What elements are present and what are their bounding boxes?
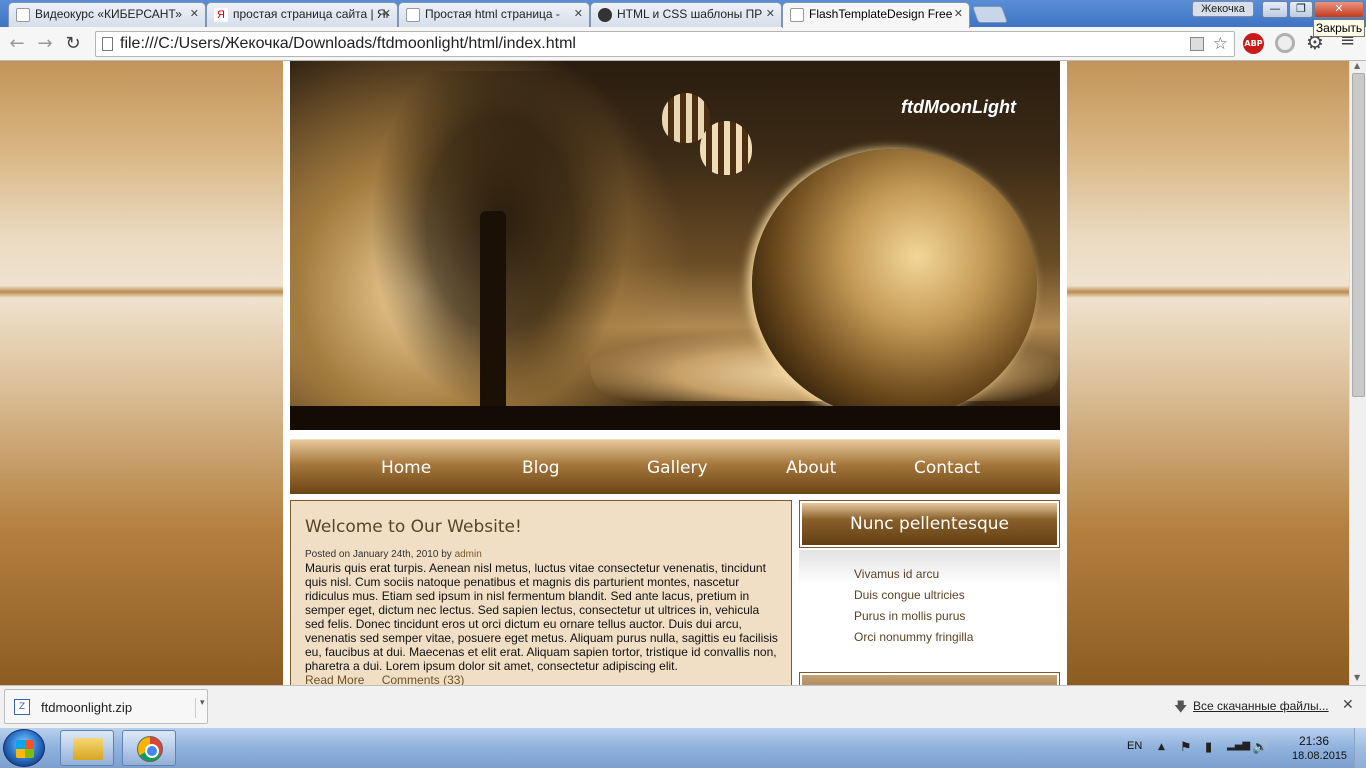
user-profile-badge[interactable]: Жекочка: [1192, 1, 1254, 17]
page-viewport: ftdMoonLight Home Blog Gallery About Con…: [0, 61, 1349, 685]
sidebar: Nunc pellentesque Vivamus id arcu Duis c…: [799, 500, 1060, 685]
post-body: Mauris quis erat turpis. Aenean nisl met…: [305, 561, 778, 673]
adblock-icon[interactable]: ABP: [1243, 33, 1264, 54]
taskbar-chrome-button[interactable]: [122, 730, 176, 766]
post-author-link[interactable]: admin: [455, 549, 482, 560]
comments-link[interactable]: Comments (33): [382, 673, 465, 685]
site-container: ftdMoonLight Home Blog Gallery About Con…: [283, 61, 1067, 685]
close-window-button[interactable]: ✕: [1314, 1, 1364, 18]
tab-title: простая страница сайта | Яндекс: [233, 7, 389, 21]
browser-toolbar: ← → ↻ file:///C:/Users/Жекочка/Downloads…: [0, 27, 1366, 61]
sidebar-header: Nunc pellentesque: [799, 500, 1060, 548]
site-title: ftdMoonLight: [901, 97, 1016, 117]
yandex-icon: Я: [214, 8, 228, 22]
download-file-name: ftdmoonlight.zip: [41, 700, 133, 715]
browser-tab[interactable]: Видеокурс «КИБЕРСАНТ» ✕: [8, 2, 206, 27]
translate-icon[interactable]: [1190, 37, 1204, 51]
sidebar-header-secondary: [799, 672, 1060, 685]
download-item[interactable]: Z ftdmoonlight.zip ▾: [4, 689, 208, 724]
tab-close-icon[interactable]: ✕: [766, 3, 775, 26]
show-desktop-button[interactable]: [1354, 728, 1366, 768]
action-center-flag-icon[interactable]: ⚑: [1180, 740, 1192, 755]
github-icon: [598, 8, 612, 22]
tab-title: Видеокурс «КИБЕРСАНТ»: [35, 7, 182, 21]
new-tab-button[interactable]: [971, 6, 1009, 23]
header-banner: ftdMoonLight: [290, 61, 1060, 430]
browser-tab[interactable]: Я простая страница сайта | Яндекс ✕: [206, 2, 398, 27]
forward-arrow-icon[interactable]: →: [34, 33, 56, 55]
post-links: Read More Comments (33): [305, 673, 478, 685]
sidebar-list: Vivamus id arcu Duis congue ultricies Pu…: [799, 550, 1060, 670]
post-date: Posted on January 24th, 2010 by: [305, 549, 455, 560]
document-icon: [16, 8, 30, 22]
windows-taskbar: EN ▲ ⚑ ▮ ▂▄▆ 🔊 21:36 18.08.2015: [0, 728, 1366, 768]
sidebar-link[interactable]: Purus in mollis purus: [854, 609, 965, 623]
page-icon: [102, 37, 113, 51]
tab-title: FlashTemplateDesign Free: [809, 7, 953, 21]
scrollbar-thumb[interactable]: [1352, 73, 1365, 397]
sidebar-link[interactable]: Duis congue ultricies: [854, 588, 965, 602]
nav-gallery[interactable]: Gallery: [647, 458, 708, 478]
tab-title: Простая html страница -: [425, 7, 560, 21]
zip-file-icon: Z: [14, 699, 30, 715]
tray-expand-icon[interactable]: ▲: [1158, 742, 1165, 752]
post-meta: Posted on January 24th, 2010 by admin: [305, 549, 482, 560]
download-shelf: Z ftdmoonlight.zip ▾ 🡇 Все скачанные фай…: [0, 685, 1366, 728]
chrome-icon: [137, 736, 163, 762]
hot-air-balloon-illustration: [700, 121, 752, 175]
tab-close-icon[interactable]: ✕: [954, 3, 963, 26]
moon-illustration: [752, 149, 1037, 419]
scroll-up-arrow-icon[interactable]: ▲: [1354, 61, 1360, 70]
post-panel: Welcome to Our Website! Posted on Januar…: [290, 500, 792, 685]
download-arrow-icon: 🡇: [1174, 700, 1188, 715]
horizon-illustration: [290, 406, 1060, 430]
close-download-shelf-icon[interactable]: ✕: [1342, 697, 1354, 713]
vertical-scrollbar[interactable]: ▲ ▼: [1349, 61, 1366, 685]
tab-title: HTML и CSS шаблоны ПР: [617, 7, 763, 21]
browser-tab[interactable]: Простая html страница - ✕: [398, 2, 590, 27]
browser-tab-strip: Видеокурс «КИБЕРСАНТ» ✕ Я простая страни…: [0, 0, 1366, 28]
start-button[interactable]: [3, 729, 45, 767]
browser-tab-active[interactable]: FlashTemplateDesign Free ✕: [782, 2, 970, 28]
language-indicator[interactable]: EN: [1127, 740, 1142, 752]
tab-close-icon[interactable]: ✕: [382, 3, 391, 26]
address-bar[interactable]: file:///C:/Users/Жекочка/Downloads/ftdmo…: [95, 31, 1235, 57]
nav-contact[interactable]: Contact: [914, 458, 980, 478]
post-title: Welcome to Our Website!: [305, 517, 522, 537]
read-more-link[interactable]: Read More: [305, 673, 364, 685]
browser-tab[interactable]: HTML и CSS шаблоны ПР ✕: [590, 2, 782, 27]
tab-close-icon[interactable]: ✕: [190, 3, 199, 26]
sidebar-link[interactable]: Vivamus id arcu: [854, 567, 939, 581]
bookmark-star-icon[interactable]: ☆: [1213, 32, 1228, 56]
main-navigation: Home Blog Gallery About Contact: [290, 439, 1060, 494]
scroll-down-arrow-icon[interactable]: ▼: [1354, 673, 1360, 682]
folder-icon: [73, 738, 103, 760]
back-arrow-icon[interactable]: ←: [6, 33, 28, 55]
taskbar-explorer-button[interactable]: [60, 730, 114, 766]
tab-close-icon[interactable]: ✕: [574, 3, 583, 26]
clock-time[interactable]: 21:36: [1299, 734, 1329, 748]
nav-home[interactable]: Home: [381, 458, 431, 478]
close-tooltip: Закрыть: [1313, 19, 1365, 37]
reload-icon[interactable]: ↻: [62, 33, 84, 55]
sidebar-link[interactable]: Orci nonummy fringilla: [854, 630, 973, 644]
url-text: file:///C:/Users/Жекочка/Downloads/ftdmo…: [120, 35, 576, 52]
download-options-chevron-icon[interactable]: ▾: [195, 698, 205, 718]
show-all-downloads-link[interactable]: Все скачанные файлы...: [1193, 699, 1329, 713]
document-icon: [406, 8, 420, 22]
device-icon[interactable]: ▮: [1205, 740, 1212, 755]
document-icon: [790, 8, 804, 22]
volume-icon[interactable]: 🔊: [1252, 740, 1268, 755]
clock-date[interactable]: 18.08.2015: [1292, 750, 1347, 762]
nav-about[interactable]: About: [786, 458, 836, 478]
windows-logo-icon: [16, 740, 34, 758]
network-signal-icon[interactable]: ▂▄▆: [1227, 740, 1250, 751]
minimize-button[interactable]: —: [1262, 1, 1288, 18]
maximize-button[interactable]: ❐: [1289, 1, 1313, 18]
sidebar-title: Nunc pellentesque: [850, 514, 1009, 534]
extension-icon[interactable]: [1275, 33, 1295, 53]
tree-trunk-illustration: [480, 211, 506, 421]
nav-blog[interactable]: Blog: [522, 458, 560, 478]
